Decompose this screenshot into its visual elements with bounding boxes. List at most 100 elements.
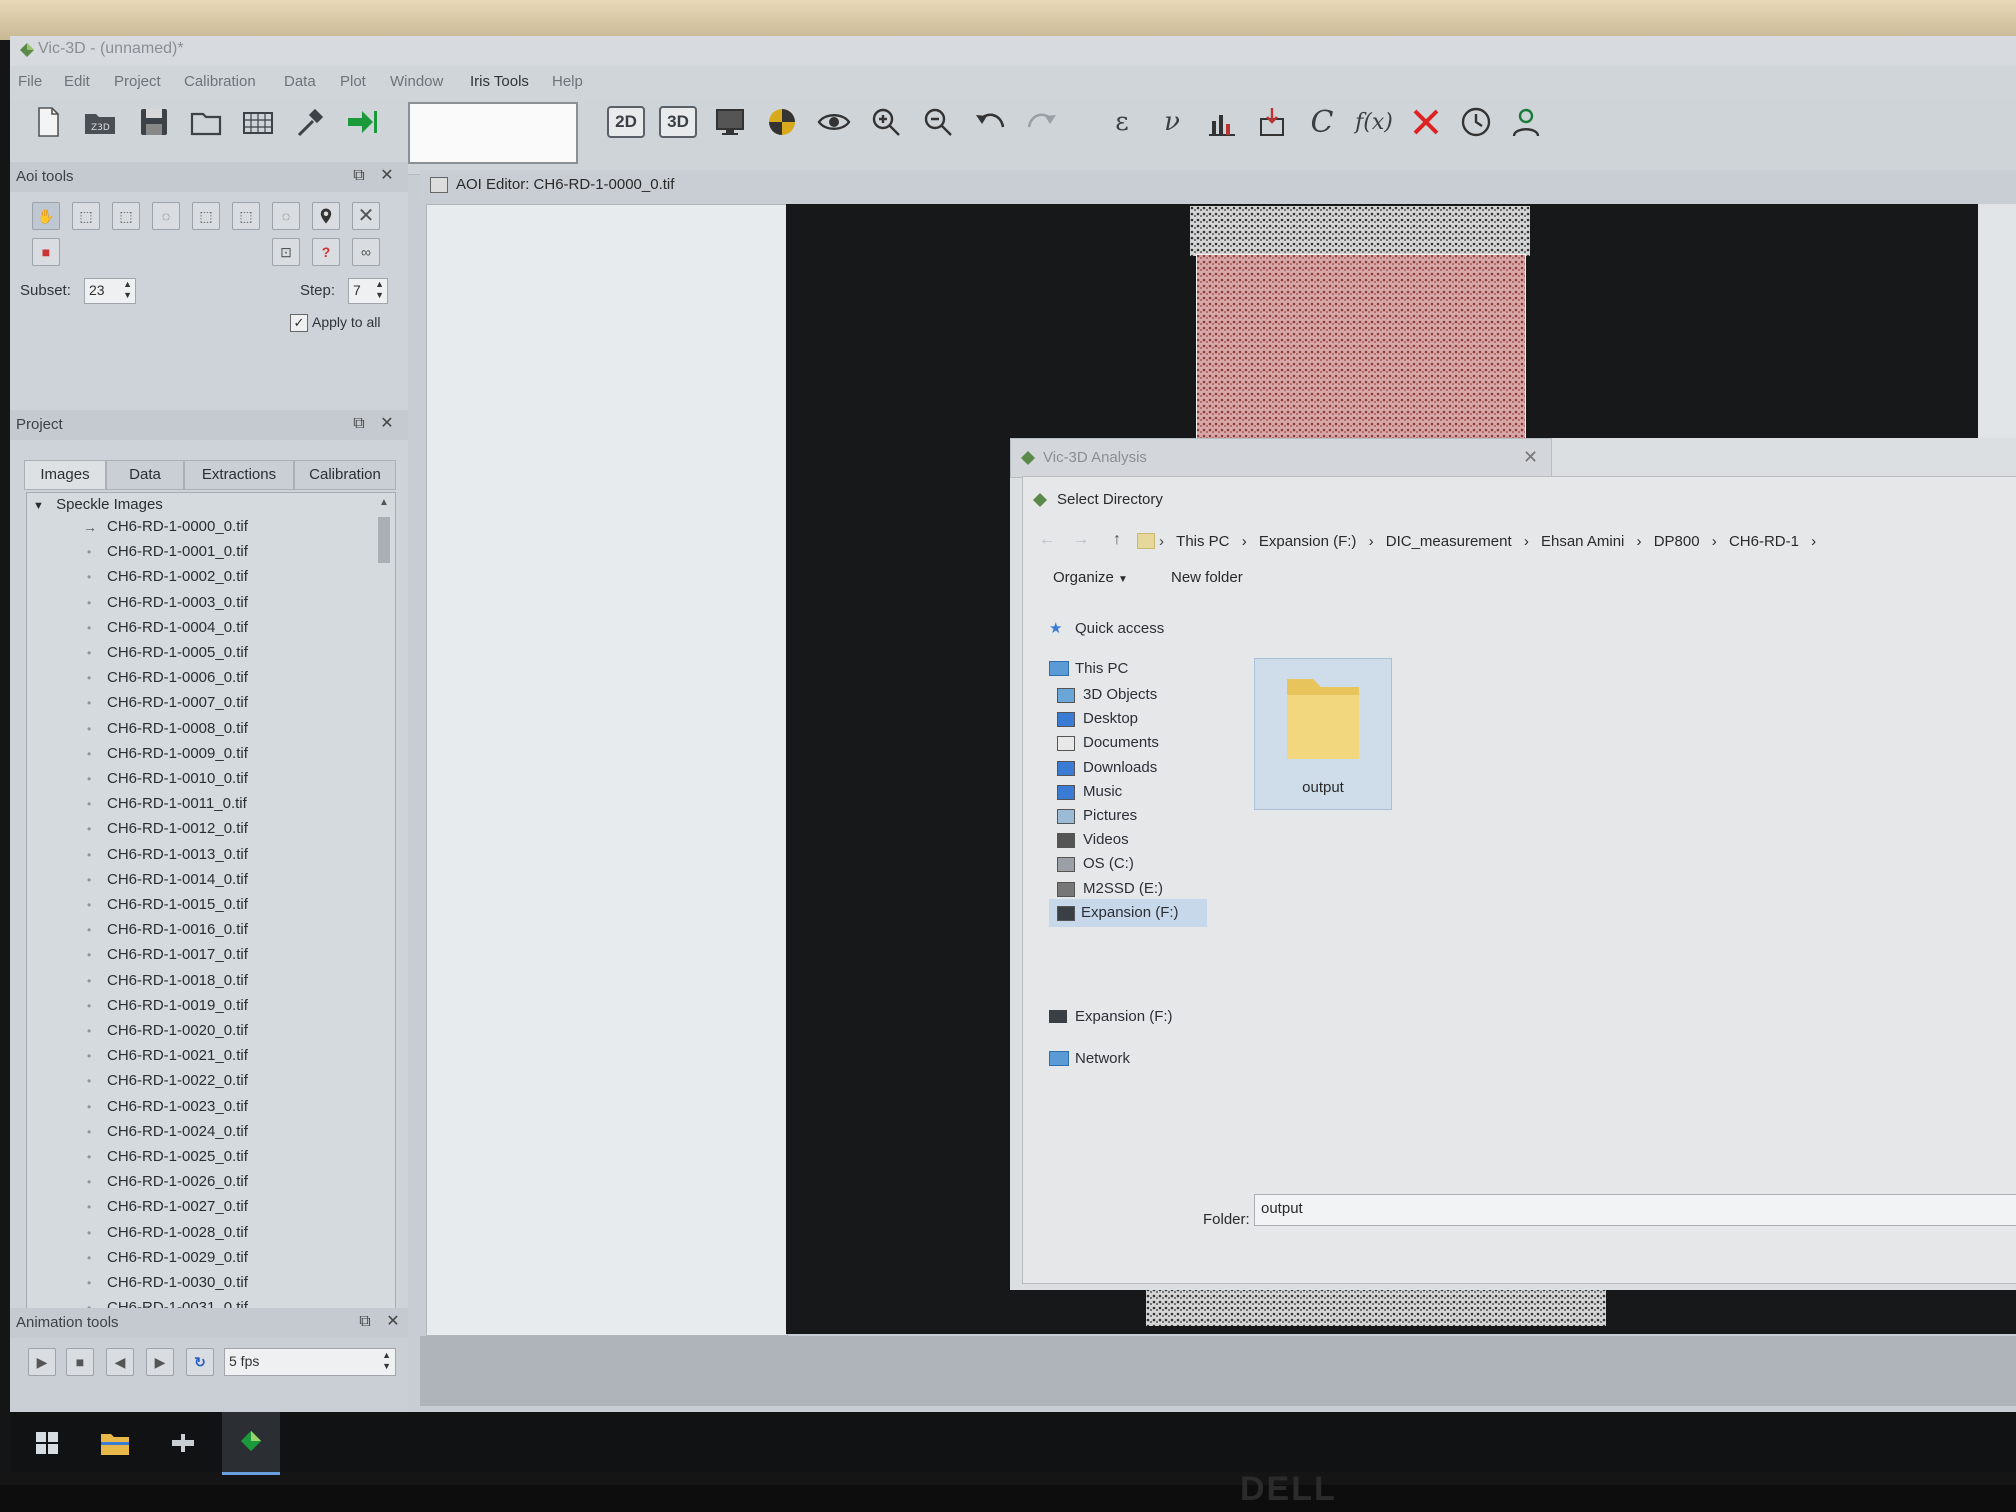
cut-ellipse-button[interactable]: ◌ bbox=[272, 202, 300, 230]
bullet-icon: • bbox=[87, 1200, 92, 1215]
breadcrumb-dic-measurement[interactable]: DIC_measurement bbox=[1386, 533, 1512, 550]
menu-help[interactable]: Help bbox=[552, 73, 583, 90]
step-back-button[interactable]: ◀ bbox=[106, 1348, 134, 1376]
menu-file[interactable]: File bbox=[18, 73, 42, 90]
apply-to-all-checkbox[interactable]: ✓ bbox=[290, 314, 308, 332]
play-button[interactable]: ▶ bbox=[28, 1348, 56, 1376]
menu-iris-tools[interactable]: Iris Tools bbox=[470, 73, 529, 90]
tree-image-label: CH6-RD-1-0001_0.tif bbox=[107, 543, 248, 561]
calibration-tool-button[interactable] bbox=[290, 102, 330, 142]
breadcrumb-this-pc[interactable]: This PC bbox=[1176, 533, 1229, 550]
step-forward-button[interactable]: ▶ bbox=[146, 1348, 174, 1376]
tab-calibration[interactable]: Calibration bbox=[294, 460, 396, 490]
breadcrumb-ehsan-amini[interactable]: Ehsan Amini bbox=[1541, 533, 1624, 550]
close-icon[interactable]: ✕ bbox=[384, 1313, 402, 1331]
menu-edit[interactable]: Edit bbox=[64, 73, 90, 90]
bar-chart-icon bbox=[1209, 115, 1235, 136]
open-folder-button[interactable] bbox=[186, 102, 226, 142]
step-spinbox[interactable]: 7 ▲ ▼ bbox=[348, 278, 388, 304]
calibration-c-button[interactable]: C bbox=[1302, 102, 1342, 142]
close-icon[interactable]: ✕ bbox=[1523, 447, 1538, 468]
open-z3d-button[interactable]: Z3D bbox=[80, 102, 120, 142]
zoom-in-button[interactable] bbox=[866, 102, 906, 142]
delete-button[interactable] bbox=[1406, 102, 1446, 142]
windows-start-icon[interactable] bbox=[36, 1432, 58, 1454]
ellipse-select-button[interactable]: ◌ bbox=[152, 202, 180, 230]
float-icon[interactable]: ⧉ bbox=[356, 1313, 374, 1331]
help-icon[interactable]: ? bbox=[312, 238, 340, 266]
view-3d-button[interactable]: 3D bbox=[658, 102, 698, 142]
menu-window[interactable]: Window bbox=[390, 73, 443, 90]
chevron-down-icon[interactable]: ▼ bbox=[33, 500, 44, 512]
spin-arrows-icon[interactable]: ▲ ▼ bbox=[375, 279, 384, 301]
spin-arrows-icon[interactable]: ▲ ▼ bbox=[123, 279, 132, 301]
folder-item-output[interactable]: output bbox=[1254, 658, 1392, 810]
fps-select[interactable]: 5 fps ▲ ▼ bbox=[224, 1348, 396, 1376]
tree-root[interactable]: ▼ Speckle Images bbox=[33, 493, 163, 517]
organize-button[interactable]: Organize ▼ bbox=[1053, 569, 1128, 586]
tab-data[interactable]: Data bbox=[106, 460, 184, 490]
scroll-thumb[interactable] bbox=[378, 517, 390, 563]
breadcrumb-dp800[interactable]: DP800 bbox=[1654, 533, 1700, 550]
undo-button[interactable] bbox=[970, 102, 1010, 142]
up-arrow-icon[interactable]: ↑ bbox=[1113, 531, 1121, 549]
extract-button[interactable] bbox=[1252, 102, 1292, 142]
contour-button[interactable] bbox=[762, 102, 802, 142]
monitor-view-button[interactable] bbox=[710, 102, 750, 142]
scroll-up-icon[interactable]: ▲ bbox=[377, 497, 391, 508]
aoi-color-button[interactable]: ■ bbox=[32, 238, 60, 266]
breadcrumb-ch6-rd-1[interactable]: CH6-RD-1 bbox=[1729, 533, 1799, 550]
tree-scrollbar[interactable]: ▲ ▼ bbox=[377, 497, 391, 1321]
seed-point-button[interactable] bbox=[312, 202, 340, 230]
strain-epsilon-button[interactable]: ε bbox=[1102, 102, 1142, 142]
subset-spinbox[interactable]: 23 ▲ ▼ bbox=[84, 278, 136, 304]
link-icon[interactable]: ∞ bbox=[352, 238, 380, 266]
time-button[interactable] bbox=[1456, 102, 1496, 142]
float-icon[interactable]: ⧉ bbox=[350, 415, 368, 433]
cut-polygon-button[interactable]: ⬚ bbox=[232, 202, 260, 230]
float-icon[interactable]: ⧉ bbox=[350, 167, 368, 185]
aoi-option-button[interactable]: ⊡ bbox=[272, 238, 300, 266]
image-grid-button[interactable] bbox=[238, 102, 278, 142]
breadcrumb-expansion[interactable]: Expansion (F:) bbox=[1259, 533, 1357, 550]
spin-arrows-icon[interactable]: ▲ ▼ bbox=[382, 1350, 391, 1372]
poisson-nu-button[interactable]: ν bbox=[1152, 102, 1192, 142]
back-arrow-icon[interactable]: ← bbox=[1039, 531, 1055, 549]
cut-rect-button[interactable]: ⬚ bbox=[192, 202, 220, 230]
nav-item[interactable]: Expansion (F:) bbox=[1049, 898, 1207, 927]
forward-arrow-icon[interactable]: → bbox=[1073, 531, 1089, 549]
polygon-select-button[interactable]: ⬚ bbox=[112, 202, 140, 230]
tab-images[interactable]: Images bbox=[24, 460, 106, 490]
close-icon[interactable]: ✕ bbox=[378, 415, 396, 433]
file-explorer-icon[interactable] bbox=[100, 1430, 130, 1456]
menu-calibration[interactable]: Calibration bbox=[184, 73, 256, 90]
loop-icon[interactable]: ↻ bbox=[186, 1348, 214, 1376]
pan-tool-button[interactable]: ✋ bbox=[32, 202, 60, 230]
menu-data[interactable]: Data bbox=[284, 73, 316, 90]
zoom-out-button[interactable] bbox=[918, 102, 958, 142]
statistics-button[interactable] bbox=[1202, 102, 1242, 142]
tab-extractions[interactable]: Extractions bbox=[184, 460, 294, 490]
view-2d-button[interactable]: 2D bbox=[606, 102, 646, 142]
close-icon[interactable]: ✕ bbox=[378, 167, 396, 185]
bullet-icon: • bbox=[87, 1124, 92, 1139]
vic3d-taskbar-button[interactable] bbox=[222, 1412, 280, 1475]
menu-project[interactable]: Project bbox=[114, 73, 161, 90]
save-button[interactable] bbox=[134, 102, 174, 142]
bullet-icon: • bbox=[87, 898, 92, 912]
clear-aoi-button[interactable]: ✕ bbox=[352, 202, 380, 230]
user-button[interactable] bbox=[1506, 102, 1546, 142]
run-analysis-button[interactable] bbox=[342, 102, 382, 142]
bullet-icon: • bbox=[87, 772, 92, 786]
rectangle-select-button[interactable]: ⬚ bbox=[72, 202, 100, 230]
menu-plot[interactable]: Plot bbox=[340, 73, 366, 90]
redo-button[interactable] bbox=[1022, 102, 1062, 142]
stop-button[interactable]: ■ bbox=[66, 1348, 94, 1376]
new-file-button[interactable] bbox=[28, 102, 68, 142]
bullet-icon: • bbox=[87, 721, 92, 736]
visibility-button[interactable] bbox=[814, 102, 854, 142]
folder-input[interactable]: output bbox=[1254, 1194, 2016, 1226]
new-folder-button[interactable]: New folder bbox=[1171, 569, 1243, 586]
function-button[interactable]: f(x) bbox=[1354, 102, 1394, 142]
tool-app-icon[interactable] bbox=[170, 1432, 196, 1454]
